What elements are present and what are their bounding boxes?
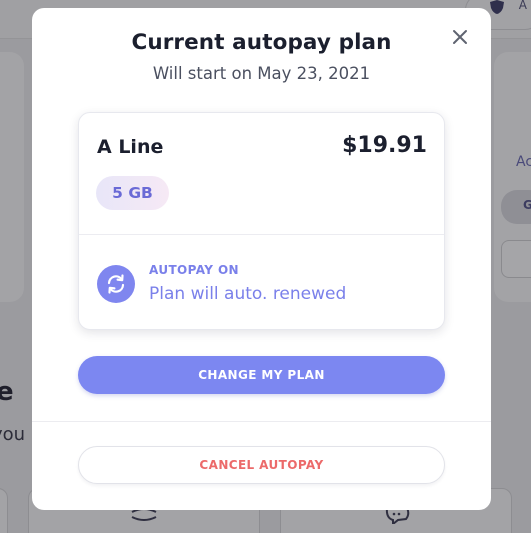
layers-icon (131, 508, 157, 521)
autopay-plan-modal: Current autopay plan Will start on May 2… (32, 8, 491, 510)
shield-icon (490, 0, 504, 14)
plan-card-divider (79, 234, 444, 235)
plan-card: A Line $19.91 5 GB AUTOPAY ON Plan will … (78, 112, 445, 330)
change-plan-button[interactable]: CHANGE MY PLAN (78, 356, 445, 394)
modal-subtitle: Will start on May 23, 2021 (152, 64, 371, 83)
plan-price: $19.91 (342, 133, 427, 158)
background-account-initial: A (518, 0, 527, 12)
autopay-status-label: AUTOPAY ON (149, 263, 239, 277)
refresh-icon (107, 274, 125, 294)
background-heading: e (0, 377, 14, 407)
background-right-box (501, 240, 531, 278)
plan-name: A Line (97, 136, 164, 158)
autopay-status-icon (97, 265, 135, 303)
autopay-description: Plan will auto. renewed (149, 284, 347, 304)
cancel-autopay-button[interactable]: CANCEL AUTOPAY (78, 446, 445, 484)
modal-title: Current autopay plan (131, 30, 392, 55)
modal-divider (32, 421, 491, 422)
data-allowance-badge: 5 GB (96, 176, 169, 210)
background-bottom-card (0, 488, 8, 533)
background-card-left (0, 52, 24, 302)
background-right-text: Ac (516, 154, 531, 170)
background-right-pill-label: G (523, 198, 531, 212)
background-subheading: you (0, 424, 26, 445)
